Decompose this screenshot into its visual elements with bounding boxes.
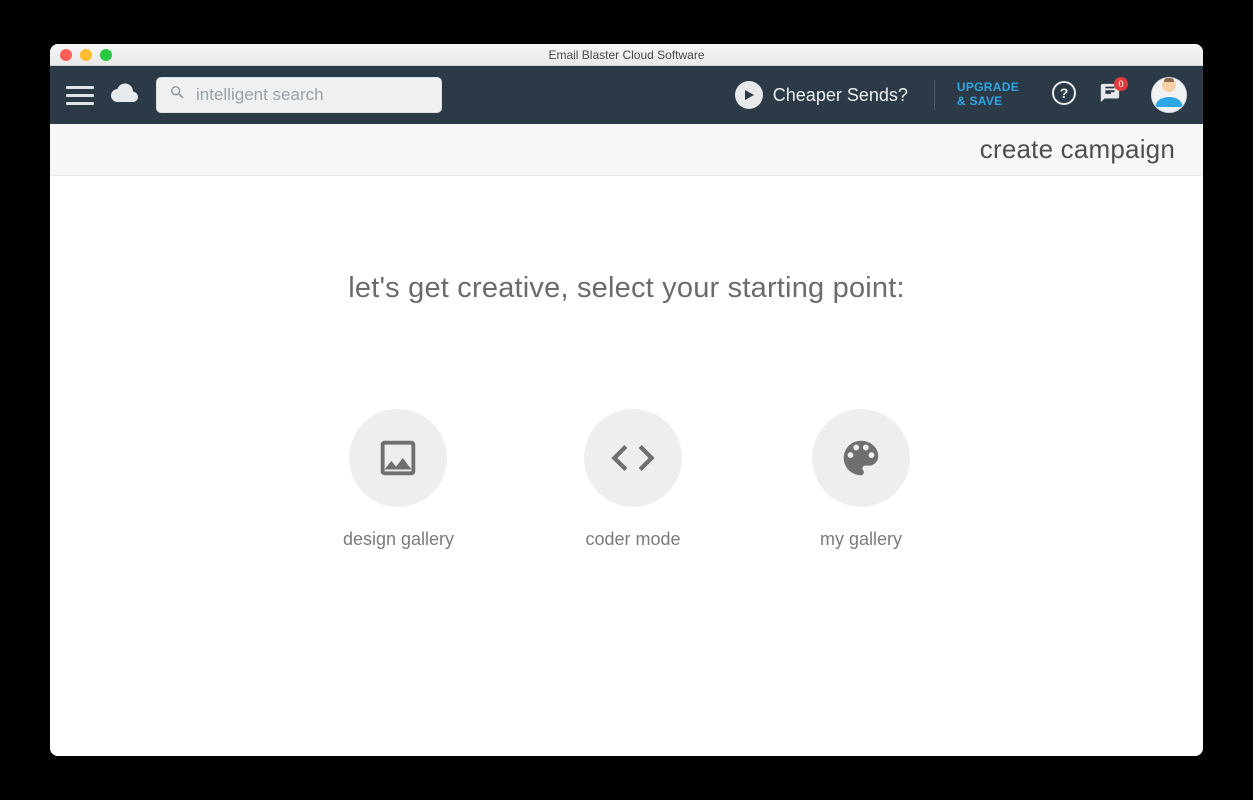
mac-titlebar: Email Blaster Cloud Software	[50, 44, 1203, 66]
menu-button[interactable]	[66, 81, 94, 109]
main-content: let's get creative, select your starting…	[50, 176, 1203, 756]
avatar-button[interactable]	[1151, 77, 1187, 113]
play-icon	[735, 81, 763, 109]
upgrade-save-link[interactable]: UPGRADE & SAVE	[957, 81, 1019, 109]
prompt-text: let's get creative, select your starting…	[348, 272, 905, 305]
search-icon	[169, 84, 186, 106]
top-nav: Cheaper Sends? UPGRADE & SAVE ? 0	[50, 66, 1203, 124]
fullscreen-window-button[interactable]	[100, 49, 112, 61]
divider	[934, 80, 935, 110]
close-window-button[interactable]	[60, 49, 72, 61]
help-icon: ?	[1052, 81, 1076, 110]
code-icon	[584, 409, 682, 507]
page-title: create campaign	[980, 134, 1175, 165]
minimize-window-button[interactable]	[80, 49, 92, 61]
option-label: design gallery	[343, 529, 454, 550]
notification-badge: 0	[1114, 77, 1128, 91]
page-subheader: create campaign	[50, 124, 1203, 176]
help-button[interactable]: ?	[1049, 80, 1079, 110]
search-field[interactable]	[156, 77, 442, 113]
option-coder-mode[interactable]: coder mode	[584, 409, 682, 550]
option-label: coder mode	[586, 529, 681, 550]
cheaper-sends-label: Cheaper Sends?	[773, 85, 908, 106]
app-window: Email Blaster Cloud Software Cheaper Sen…	[50, 44, 1203, 756]
notifications-button[interactable]: 0	[1095, 80, 1125, 110]
starting-point-options: design gallery coder mode my gallery	[343, 409, 910, 550]
option-label: my gallery	[820, 529, 902, 550]
svg-text:?: ?	[1060, 85, 1069, 101]
cheaper-sends-button[interactable]: Cheaper Sends?	[735, 81, 908, 109]
search-input[interactable]	[196, 85, 429, 105]
user-icon	[1151, 77, 1187, 112]
image-icon	[349, 409, 447, 507]
traffic-lights	[60, 49, 112, 61]
option-my-gallery[interactable]: my gallery	[812, 409, 910, 550]
option-design-gallery[interactable]: design gallery	[343, 409, 454, 550]
upgrade-line2: & SAVE	[957, 95, 1019, 109]
upgrade-line1: UPGRADE	[957, 81, 1019, 95]
window-title: Email Blaster Cloud Software	[50, 48, 1203, 62]
palette-icon	[812, 409, 910, 507]
cloud-icon[interactable]	[110, 82, 140, 109]
